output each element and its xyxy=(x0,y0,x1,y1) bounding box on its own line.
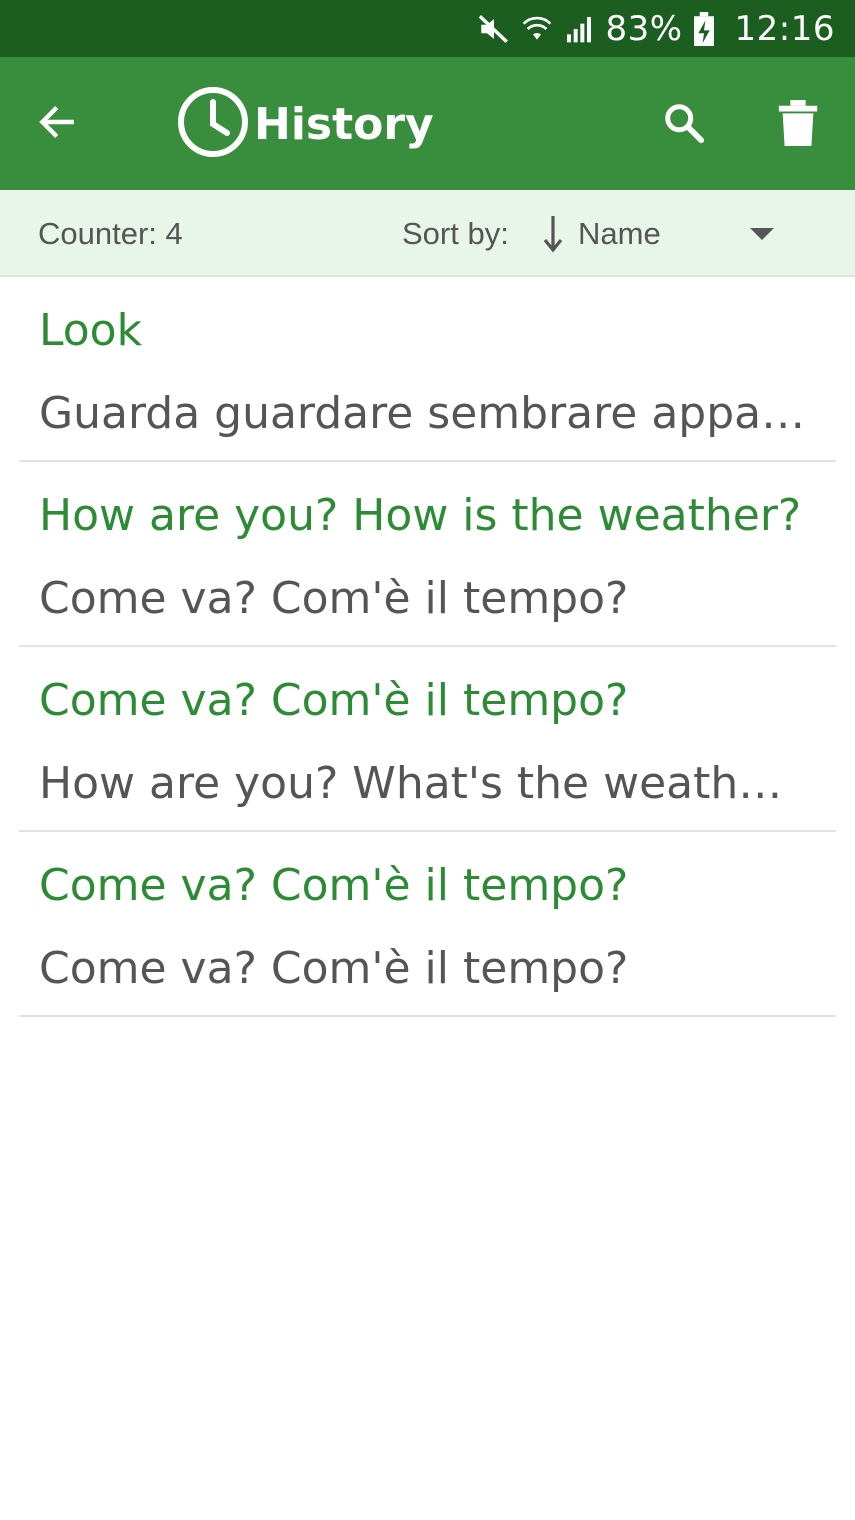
clock-icon xyxy=(176,85,250,164)
history-item[interactable]: Look Guarda guardare sembrare apparire a… xyxy=(19,277,836,462)
wifi-icon xyxy=(521,12,553,46)
app-bar: History xyxy=(0,57,855,190)
source-text: Come va? Com'è il tempo? xyxy=(39,675,629,726)
dropdown-caret-icon xyxy=(750,228,774,240)
app-title: History xyxy=(176,85,434,164)
battery-charging-icon xyxy=(693,11,715,46)
search-icon xyxy=(661,100,707,151)
page-title: History xyxy=(254,98,434,150)
trash-icon xyxy=(778,99,818,151)
arrow-down-icon xyxy=(540,212,566,256)
translation-text: Come va? Com'è il tempo? xyxy=(39,943,629,994)
arrow-back-icon xyxy=(35,100,79,149)
translation-text: Guarda guardare sembrare apparire aspett… xyxy=(39,388,809,439)
filter-bar: Counter: 4 Sort by: Name xyxy=(0,190,855,277)
source-text: Look xyxy=(39,305,143,356)
translation-text: Come va? Com'è il tempo? xyxy=(39,573,629,624)
sort-by-label: Sort by: xyxy=(402,216,509,251)
delete-history-button[interactable] xyxy=(770,97,826,153)
history-list: Look Guarda guardare sembrare apparire a… xyxy=(0,277,855,1017)
status-bar: 83% 12:16 xyxy=(0,0,855,57)
search-button[interactable] xyxy=(656,97,712,153)
translation-text: How are you? What's the weather like? xyxy=(39,758,809,809)
history-item[interactable]: Come va? Com'è il tempo? How are you? Wh… xyxy=(19,647,836,832)
sort-value: Name xyxy=(578,216,661,251)
battery-percentage: 83% xyxy=(605,8,683,49)
signal-icon xyxy=(563,12,595,46)
mute-icon xyxy=(477,12,511,46)
clock-time: 12:16 xyxy=(734,8,835,49)
source-text: How are you? How is the weather? xyxy=(39,490,802,541)
history-item[interactable]: How are you? How is the weather? Come va… xyxy=(19,462,836,647)
history-item[interactable]: Come va? Com'è il tempo? Come va? Com'è … xyxy=(19,832,836,1017)
counter-label: Counter: 4 xyxy=(38,216,183,251)
back-button[interactable] xyxy=(30,97,84,151)
source-text: Come va? Com'è il tempo? xyxy=(39,860,629,911)
sort-dropdown[interactable]: Name xyxy=(540,204,790,264)
